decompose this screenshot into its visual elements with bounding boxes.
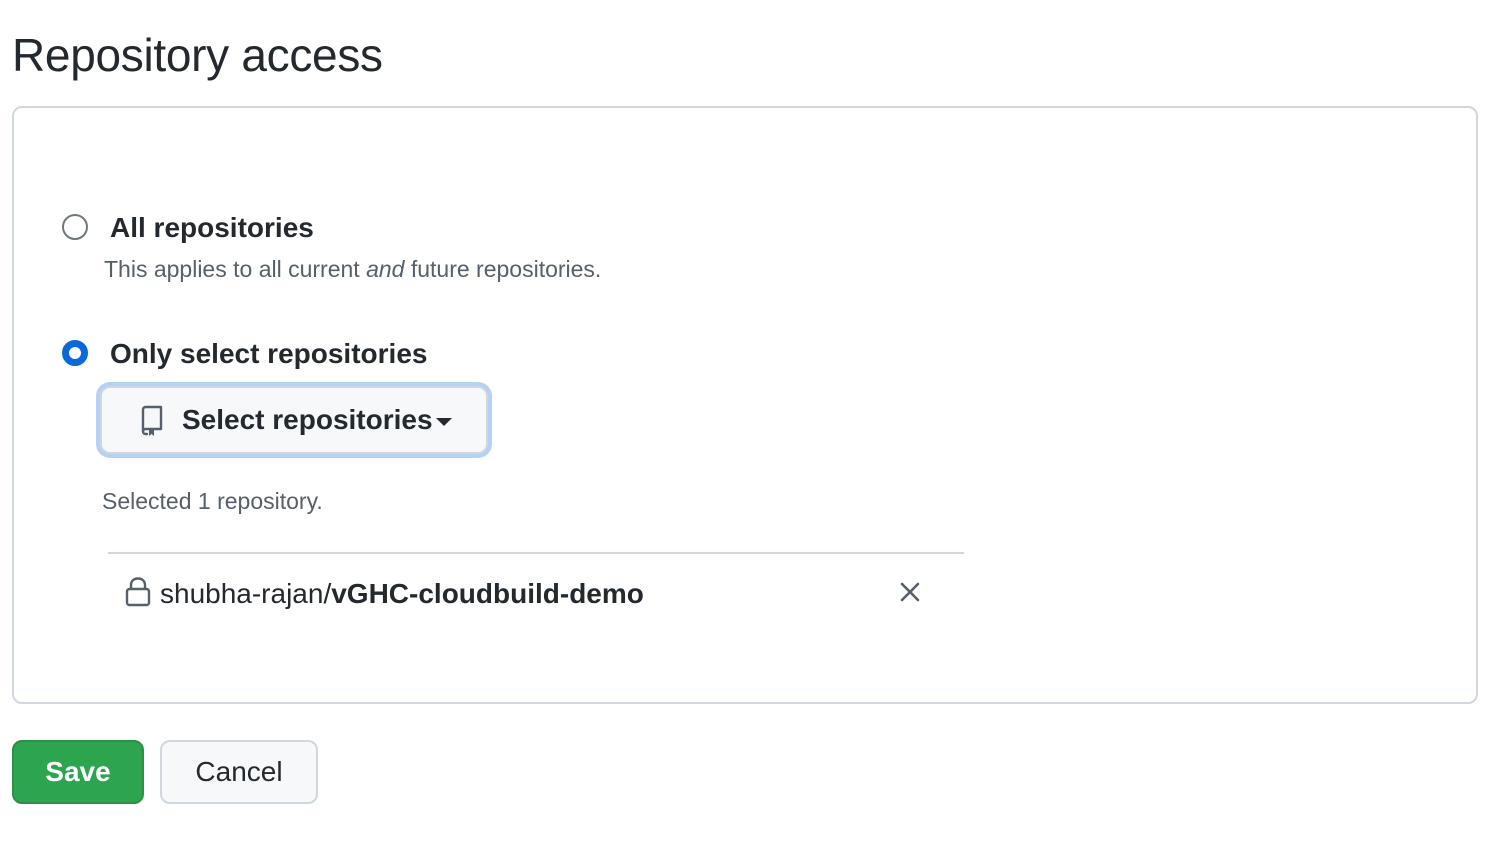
option-all-description: This applies to all current and future r… <box>104 256 602 282</box>
radio-only-select-repositories[interactable] <box>62 340 88 366</box>
repo-icon <box>141 405 163 436</box>
select-repositories-button[interactable]: Select repositories <box>100 386 488 454</box>
selected-repository-list: shubha-rajan/vGHC-cloudbuild-demo <box>108 552 964 634</box>
radio-all-repositories[interactable] <box>62 214 88 240</box>
repository-access-panel: All repositories This applies to all cur… <box>12 106 1478 704</box>
option-all-label[interactable]: All repositories <box>110 212 314 244</box>
emphasis-and: and <box>366 256 405 282</box>
close-icon[interactable] <box>898 580 922 604</box>
repository-name: shubha-rajan/vGHC-cloudbuild-demo <box>160 578 644 610</box>
option-select-label[interactable]: Only select repositories <box>110 338 427 370</box>
page-title: Repository access <box>12 29 383 81</box>
lock-icon <box>125 577 151 607</box>
selected-count-text: Selected 1 repository. <box>102 488 323 514</box>
cancel-button[interactable]: Cancel <box>160 740 318 804</box>
select-repositories-label: Select repositories <box>182 404 433 435</box>
caret-down-icon <box>436 418 452 426</box>
save-button[interactable]: Save <box>12 740 144 804</box>
repository-owner: shubha-rajan/ <box>160 578 332 609</box>
list-item: shubha-rajan/vGHC-cloudbuild-demo <box>108 554 964 634</box>
repository-short-name: vGHC-cloudbuild-demo <box>331 578 644 609</box>
